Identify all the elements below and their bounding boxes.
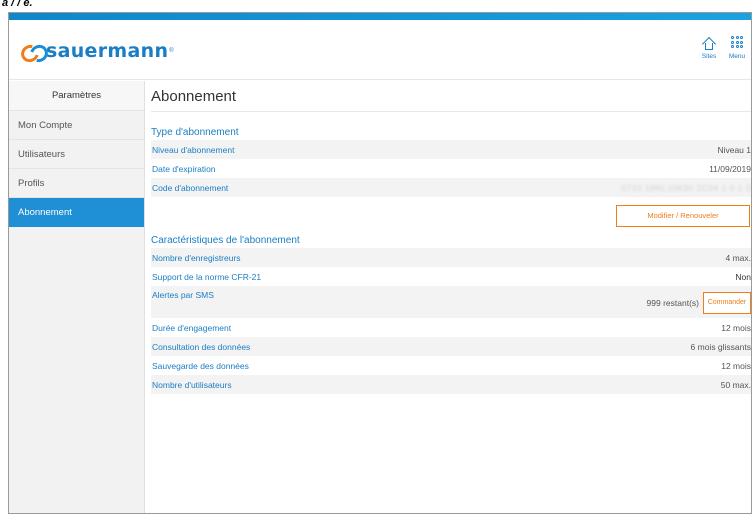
- sidebar-item-mon-compte[interactable]: Mon Compte: [9, 111, 144, 140]
- sites-button[interactable]: Sites: [697, 34, 721, 60]
- modify-renew-button[interactable]: Modifier / Renouveler: [616, 205, 750, 227]
- row-value-redacted: 0710 18RL10630 2C04 1 0 1 2: [621, 182, 751, 193]
- row-value: 12 mois: [721, 360, 751, 371]
- settings-sidebar: Paramètres Mon Compte Utilisateurs Profi…: [9, 81, 145, 513]
- logo-text: sauermann: [46, 40, 169, 62]
- row-value: Niveau 1: [717, 144, 751, 155]
- row-label: Sauvegarde des données: [152, 360, 249, 371]
- row-cfr21: Support de la norme CFR-21 Non: [151, 267, 751, 286]
- row-label: Nombre d'enregistreurs: [152, 252, 241, 263]
- row-niveau: Niveau d'abonnement Niveau 1: [151, 140, 751, 159]
- row-value: 6 mois glissants: [690, 341, 751, 352]
- sidebar-item-abonnement[interactable]: Abonnement: [9, 198, 144, 227]
- sites-label: Sites: [701, 53, 717, 60]
- caption-text: a / / e.: [2, 0, 33, 9]
- row-label: Alertes par SMS: [152, 290, 214, 300]
- row-label: Consultation des données: [152, 341, 251, 352]
- section-title-type: Type d'abonnement: [151, 127, 239, 138]
- logo-mark-icon: [21, 44, 43, 58]
- main-content: Abonnement Type d'abonnement Niveau d'ab…: [151, 81, 751, 394]
- row-sms: Alertes par SMS 999 restant(s) Commander: [151, 286, 751, 318]
- row-value: Non: [735, 271, 751, 282]
- row-label: Code d'abonnement: [152, 182, 229, 193]
- row-label: Niveau d'abonnement: [152, 144, 235, 155]
- sms-right: 999 restant(s) Commander: [647, 292, 751, 314]
- row-label: Durée d'engagement: [152, 322, 232, 333]
- grid-icon: [725, 34, 749, 52]
- row-expiration: Date d'expiration 11/09/2019: [151, 159, 751, 178]
- row-engagement: Durée d'engagement 12 mois: [151, 318, 751, 337]
- row-sauvegarde: Sauvegarde des données 12 mois: [151, 356, 751, 375]
- row-label: Date d'expiration: [152, 163, 216, 174]
- row-value: 999 restant(s): [646, 298, 699, 308]
- logo-registered-mark: ®: [169, 48, 174, 54]
- row-value: 50 max.: [720, 379, 751, 390]
- row-enregistreurs: Nombre d'enregistreurs 4 max.: [151, 248, 751, 267]
- row-consultation: Consultation des données 6 mois glissant…: [151, 337, 751, 356]
- row-code: Code d'abonnement 0710 18RL10630 2C04 1 …: [151, 178, 751, 197]
- section-title-features: Caractéristiques de l'abonnement: [151, 235, 300, 246]
- menu-button[interactable]: Menu: [725, 34, 749, 60]
- sauermann-logo[interactable]: sauermann ®: [21, 40, 174, 62]
- row-label: Support de la norme CFR-21: [152, 271, 262, 282]
- row-utilisateurs: Nombre d'utilisateurs 50 max.: [151, 375, 751, 394]
- top-color-bar: [9, 13, 751, 20]
- row-value: 11/09/2019: [709, 163, 751, 174]
- sidebar-heading: Paramètres: [9, 81, 144, 111]
- row-label: Nombre d'utilisateurs: [152, 379, 232, 390]
- app-window: sauermann ® Sites Menu Paramètres Mon Co…: [8, 12, 752, 514]
- row-value: 4 max.: [725, 252, 751, 263]
- order-sms-button[interactable]: Commander: [703, 292, 751, 314]
- sidebar-item-utilisateurs[interactable]: Utilisateurs: [9, 140, 144, 169]
- sidebar-item-profils[interactable]: Profils: [9, 169, 144, 198]
- page-title: Abonnement: [151, 81, 751, 112]
- home-icon: [697, 34, 721, 52]
- modify-container: Modifier / Renouveler: [151, 197, 751, 231]
- app-header: sauermann ® Sites Menu: [9, 20, 751, 80]
- menu-label: Menu: [728, 53, 746, 60]
- row-value: 12 mois: [721, 322, 751, 333]
